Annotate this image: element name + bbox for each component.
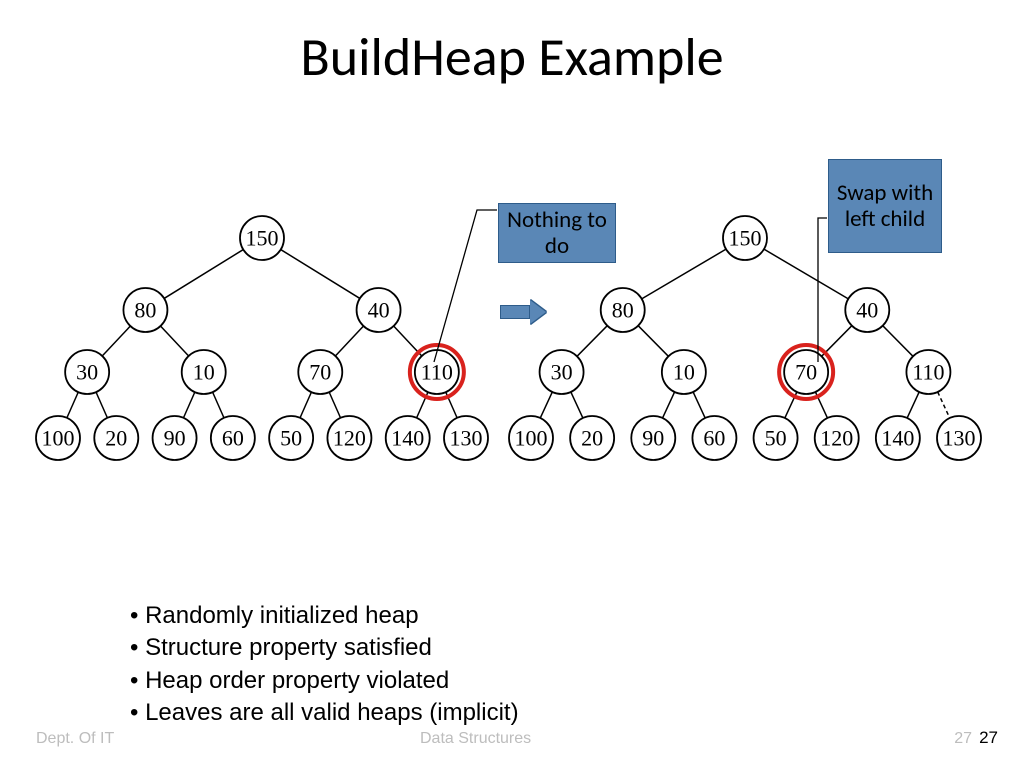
tree-node: 90 bbox=[153, 416, 197, 460]
footer-page-dark: 27 bbox=[979, 728, 998, 748]
tree-edge bbox=[102, 326, 130, 356]
tree-node-label: 20 bbox=[105, 426, 127, 451]
tree-node-label: 70 bbox=[309, 360, 331, 385]
tree-node-label: 140 bbox=[391, 426, 424, 451]
tree-right: 150 80 40 30 10 70 110 100 20 90 60 50 120 140 130 bbox=[505, 210, 985, 470]
tree-node: 140 bbox=[386, 416, 430, 460]
tree-node-label: 90 bbox=[164, 426, 186, 451]
tree-node: 80 bbox=[601, 288, 645, 332]
tree-node-label: 40 bbox=[368, 298, 390, 323]
tree-edge bbox=[335, 326, 363, 356]
tree-node-label: 50 bbox=[765, 426, 787, 451]
tree-node-label: 80 bbox=[612, 298, 634, 323]
footer-page-grey: 27 bbox=[954, 730, 972, 748]
tree-node: 120 bbox=[815, 416, 859, 460]
tree-node-label: 70 bbox=[795, 360, 817, 385]
tree-node: 100 bbox=[36, 416, 80, 460]
tree-node-label: 150 bbox=[246, 226, 279, 251]
tree-edge bbox=[764, 249, 848, 299]
tree-edge bbox=[183, 392, 194, 418]
tree-node-label: 150 bbox=[729, 226, 762, 251]
tree-node: 150 bbox=[723, 216, 767, 260]
tree-node: 120 bbox=[327, 416, 371, 460]
tree-node-label: 100 bbox=[515, 426, 548, 451]
tree-edge bbox=[663, 392, 675, 418]
tree-node-label: 20 bbox=[581, 426, 603, 451]
tree-node-label: 90 bbox=[642, 426, 664, 451]
tree-node-label: 10 bbox=[193, 360, 215, 385]
tree-node: 140 bbox=[876, 416, 920, 460]
tree-node-label: 130 bbox=[450, 426, 483, 451]
tree-node: 20 bbox=[570, 416, 614, 460]
tree-node: 60 bbox=[692, 416, 736, 460]
tree-node: 100 bbox=[509, 416, 553, 460]
tree-node: 40 bbox=[845, 288, 889, 332]
tree-edge bbox=[540, 392, 552, 418]
tree-node-label: 110 bbox=[421, 360, 453, 385]
tree-node: 110 bbox=[906, 350, 950, 394]
tree-node: 130 bbox=[937, 416, 981, 460]
tree-node-label: 60 bbox=[703, 426, 725, 451]
bullet-item: Structure property satisfied bbox=[130, 632, 519, 664]
tree-node: 50 bbox=[269, 416, 313, 460]
tree-node: 10 bbox=[662, 350, 706, 394]
page-title: BuildHeap Example bbox=[0, 24, 1024, 90]
tree-node-label: 10 bbox=[673, 360, 695, 385]
tree-edge bbox=[642, 249, 726, 299]
tree-node-label: 40 bbox=[856, 298, 878, 323]
tree-edge bbox=[883, 326, 913, 357]
tree-edge bbox=[67, 392, 78, 418]
tree-node: 110 bbox=[415, 350, 459, 394]
bullet-item: Randomly initialized heap bbox=[130, 600, 519, 632]
tree-node: 30 bbox=[540, 350, 584, 394]
tree-node: 50 bbox=[754, 416, 798, 460]
tree-node: 70 bbox=[298, 350, 342, 394]
tree-node-label: 30 bbox=[76, 360, 98, 385]
footer-dept: Dept. Of IT bbox=[36, 730, 114, 748]
tree-node-label: 130 bbox=[943, 426, 976, 451]
bullet-item: Leaves are all valid heaps (implicit) bbox=[130, 697, 519, 729]
bullet-item: Heap order property violated bbox=[130, 665, 519, 697]
tree-edge bbox=[160, 326, 188, 356]
tree-edge bbox=[938, 392, 950, 418]
tree-edge bbox=[638, 326, 668, 357]
tree-node: 70 bbox=[784, 350, 828, 394]
tree-edge bbox=[907, 392, 919, 418]
tree-edge bbox=[329, 392, 340, 418]
tree-node-label: 50 bbox=[280, 426, 302, 451]
tree-edge bbox=[693, 392, 705, 418]
tree-edge bbox=[571, 392, 583, 418]
tree-edge bbox=[164, 250, 243, 299]
tree-edge bbox=[300, 392, 311, 418]
footer-mid: Data Structures bbox=[420, 730, 531, 748]
tree-node-label: 100 bbox=[42, 426, 75, 451]
tree-node-label: 120 bbox=[820, 426, 853, 451]
tree-node-label: 140 bbox=[881, 426, 914, 451]
tree-node-label: 60 bbox=[222, 426, 244, 451]
tree-node: 90 bbox=[631, 416, 675, 460]
tree-edge bbox=[213, 392, 224, 418]
tree-edge bbox=[577, 326, 607, 357]
tree-node: 150 bbox=[240, 216, 284, 260]
tree-node: 130 bbox=[444, 416, 488, 460]
tree-node: 60 bbox=[211, 416, 255, 460]
tree-node: 10 bbox=[182, 350, 226, 394]
bullet-list: Randomly initialized heap Structure prop… bbox=[130, 600, 519, 730]
tree-edge bbox=[281, 250, 360, 299]
tree-node-label: 110 bbox=[912, 360, 944, 385]
tree-node-label: 30 bbox=[551, 360, 573, 385]
tree-node: 80 bbox=[123, 288, 167, 332]
tree-node-label: 80 bbox=[134, 298, 156, 323]
tree-node: 30 bbox=[65, 350, 109, 394]
tree-node: 20 bbox=[94, 416, 138, 460]
tree-left: 150 80 40 30 10 70 110 100 20 90 60 50 120 140 130 bbox=[32, 210, 492, 470]
tree-edge bbox=[96, 392, 107, 418]
tree-node-label: 120 bbox=[333, 426, 366, 451]
tree-node: 40 bbox=[357, 288, 401, 332]
